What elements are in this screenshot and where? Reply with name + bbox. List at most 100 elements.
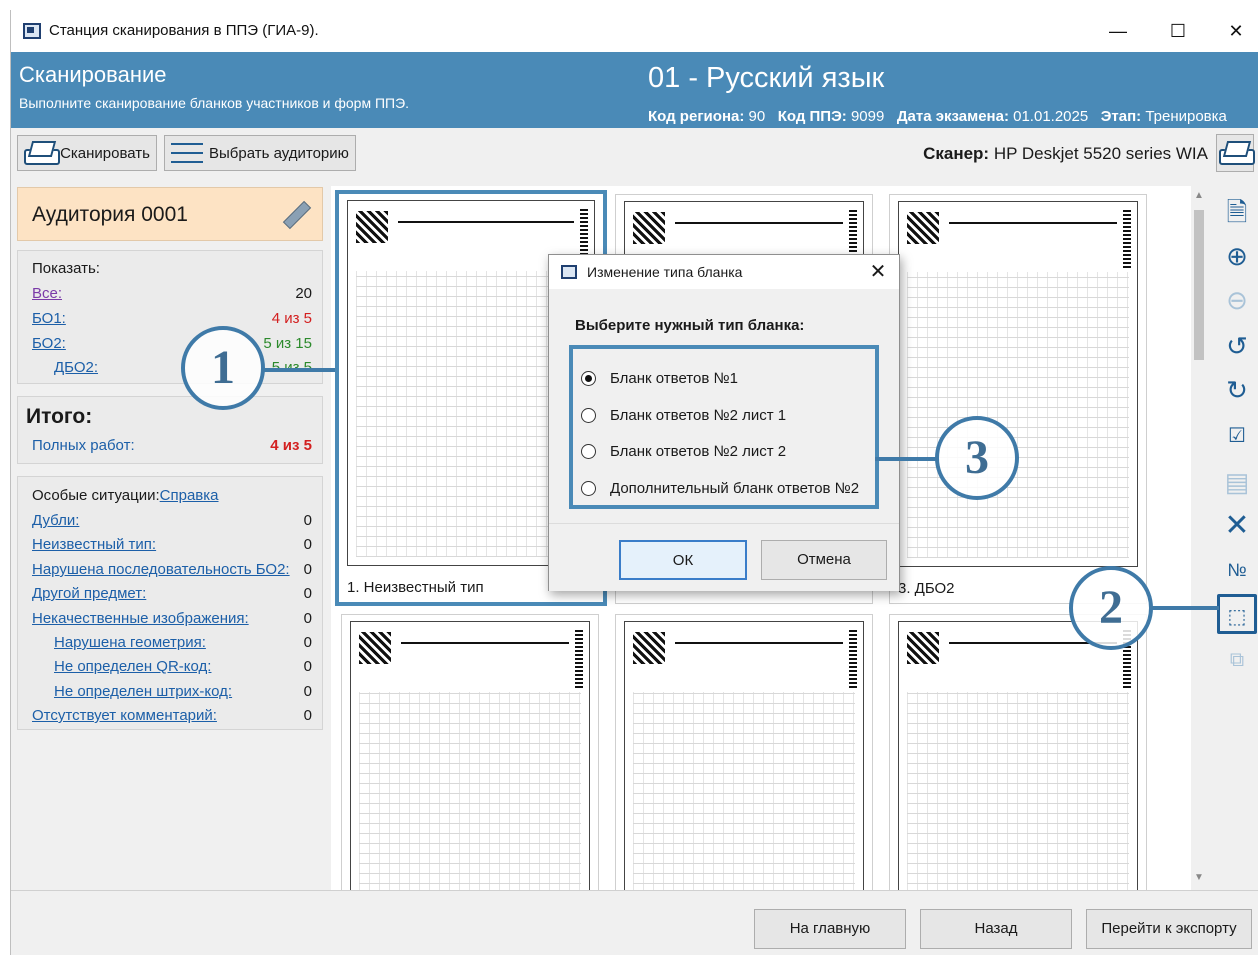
filter-bo1-value: 4 из 5	[271, 310, 312, 327]
change-type-dialog: Изменение типа бланка ✕ Выберите нужный …	[548, 254, 900, 591]
dialog-prompt: Выберите нужный тип бланка:	[575, 317, 805, 334]
room-card: Аудитория 0001	[17, 187, 323, 241]
option-dbo2[interactable]: Дополнительный бланк ответов №2	[581, 477, 859, 499]
type-options: Бланк ответов №1 Бланк ответов №2 лист 1…	[569, 345, 879, 509]
checklist-icon[interactable]: ☑	[1217, 416, 1257, 456]
scanner-settings-icon	[1219, 141, 1255, 165]
full-works-label: Полных работ:	[32, 437, 135, 454]
radio-bo1[interactable]	[581, 370, 596, 386]
special-bad-images-link[interactable]: Некачественные изображения:	[32, 610, 249, 627]
radio-dbo2[interactable]	[581, 480, 596, 496]
scan-button[interactable]: Сканировать	[17, 135, 157, 171]
ppe-value: 9099	[850, 108, 885, 125]
callout-2-line	[1149, 606, 1219, 610]
region-label: Код региона:	[648, 108, 745, 125]
option-bo2-sheet1-label: Бланк ответов №2 лист 1	[610, 406, 787, 424]
close-button[interactable]: ✕	[1221, 18, 1251, 44]
scan-button-label: Сканировать	[60, 144, 150, 162]
radio-bo2-sheet2[interactable]	[581, 443, 596, 459]
room-title: Аудитория 0001	[32, 203, 188, 226]
date-label: Дата экзамена:	[896, 108, 1009, 125]
grid-scrollbar[interactable]: ▲ ▼	[1191, 186, 1207, 890]
special-unknown-type-value: 0	[303, 536, 312, 553]
option-bo2-sheet2-label: Бланк ответов №2 лист 2	[610, 442, 787, 460]
dialog-cancel-button[interactable]: Отмена	[761, 540, 887, 580]
filter-bo2-value: 5 из 15	[263, 335, 312, 352]
thumb-caption: 3. ДБО2	[898, 580, 955, 597]
option-bo2-sheet2[interactable]: Бланк ответов №2 лист 2	[581, 440, 786, 462]
special-duplicates-link[interactable]: Дубли:	[32, 512, 79, 529]
window-title: Станция сканирования в ППЭ (ГИА-9).	[49, 22, 319, 39]
filter-dbo2-link[interactable]: ДБО2:	[54, 359, 98, 376]
special-label-text: Особые ситуации:	[32, 487, 160, 504]
exam-meta: Код региона: 90 Код ППЭ: 9099 Дата экзам…	[648, 108, 1227, 125]
callout-2: 2	[1069, 566, 1153, 650]
dialog-ok-button[interactable]: ОК	[619, 540, 747, 580]
edit-room-icon[interactable]	[280, 200, 308, 228]
help-link[interactable]: Справка	[160, 487, 219, 504]
scan-thumb[interactable]: 3. ДБО2	[889, 194, 1147, 604]
special-bad-images-value: 0	[303, 610, 312, 627]
special-no-comment-link[interactable]: Отсутствует комментарий:	[32, 707, 217, 724]
scanner-settings-button[interactable]	[1216, 134, 1255, 172]
special-geometry-link[interactable]: Нарушена геометрия:	[54, 634, 206, 651]
scroll-thumb[interactable]	[1194, 210, 1204, 360]
view-page-icon[interactable]: 🗎	[1217, 192, 1257, 232]
filter-all-value: 20	[295, 285, 312, 302]
stage-value: Тренировка	[1145, 108, 1227, 125]
back-button[interactable]: Назад	[920, 909, 1072, 949]
special-barcode-value: 0	[303, 683, 312, 700]
app-icon	[23, 23, 41, 39]
date-value: 01.01.2025	[1013, 108, 1089, 125]
scan-thumb[interactable]	[341, 614, 599, 890]
stage-label: Этап:	[1100, 108, 1142, 125]
choose-room-button[interactable]: Выбрать аудиторию	[164, 135, 356, 171]
filter-bo1-link[interactable]: БО1:	[32, 310, 66, 327]
special-panel: Особые ситуации:Справка Дубли: 0 Неизвест…	[17, 476, 323, 730]
ppe-label: Код ППЭ:	[777, 108, 847, 125]
special-other-subject-link[interactable]: Другой предмет:	[32, 585, 146, 602]
option-bo1[interactable]: Бланк ответов №1	[581, 367, 738, 389]
special-barcode-link[interactable]: Не определен штрих-код:	[54, 683, 232, 700]
special-duplicates-value: 0	[303, 512, 312, 529]
numbering-icon[interactable]: №	[1217, 550, 1257, 590]
total-panel: Итого: Полных работ: 4 из 5	[17, 396, 323, 464]
sheet-image	[350, 621, 590, 890]
radio-bo2-sheet1[interactable]	[581, 407, 596, 423]
scroll-up-icon[interactable]: ▲	[1193, 190, 1205, 201]
dialog-title: Изменение типа бланка	[587, 264, 743, 280]
special-qr-link[interactable]: Не определен QR-код:	[54, 658, 211, 675]
special-sequence-link[interactable]: Нарушена последовательность БО2:	[32, 561, 290, 578]
filter-all-link[interactable]: Все:	[32, 285, 62, 302]
scanner-info: Сканер: HP Deskjet 5520 series WIA	[923, 144, 1208, 164]
scroll-down-icon[interactable]: ▼	[1193, 872, 1205, 883]
rotate-right-icon[interactable]: ↻	[1217, 370, 1257, 410]
scanner-value: HP Deskjet 5520 series WIA	[993, 144, 1208, 163]
full-works-value: 4 из 5	[270, 437, 312, 454]
rotate-left-icon[interactable]: ↺	[1217, 326, 1257, 366]
maximize-button[interactable]: ☐	[1163, 18, 1193, 44]
special-geometry-value: 0	[303, 634, 312, 651]
choose-room-label: Выбрать аудиторию	[209, 144, 349, 162]
change-type-icon[interactable]: ⬚	[1217, 594, 1257, 634]
zoom-out-icon: ⊖	[1226, 285, 1248, 315]
home-button[interactable]: На главную	[754, 909, 906, 949]
dialog-close-button[interactable]: ✕	[865, 259, 891, 285]
option-bo2-sheet1[interactable]: Бланк ответов №2 лист 1	[581, 404, 786, 426]
delete-icon[interactable]: ✕	[1217, 506, 1257, 546]
scan-thumb[interactable]	[615, 614, 873, 890]
minimize-button[interactable]: —	[1103, 18, 1133, 44]
zoom-in-icon[interactable]: ⊕	[1217, 236, 1257, 276]
filter-bo2-link[interactable]: БО2:	[32, 335, 66, 352]
special-label: Особые ситуации:Справка	[32, 487, 219, 504]
page-header: Сканирование Выполните сканирование блан…	[11, 52, 1258, 128]
app-window: Станция сканирования в ППЭ (ГИА-9). — ☐ …	[10, 10, 1258, 955]
region-value: 90	[748, 108, 766, 125]
callout-1-line	[261, 368, 335, 372]
title-bar: Станция сканирования в ППЭ (ГИА-9). — ☐ …	[11, 10, 1258, 52]
export-button[interactable]: Перейти к экспорту	[1086, 909, 1252, 949]
scan-thumb[interactable]	[889, 614, 1147, 890]
special-unknown-type-link[interactable]: Неизвестный тип:	[32, 536, 156, 553]
sheet-image	[898, 621, 1138, 890]
copy-type-icon: ⧉	[1229, 649, 1245, 671]
